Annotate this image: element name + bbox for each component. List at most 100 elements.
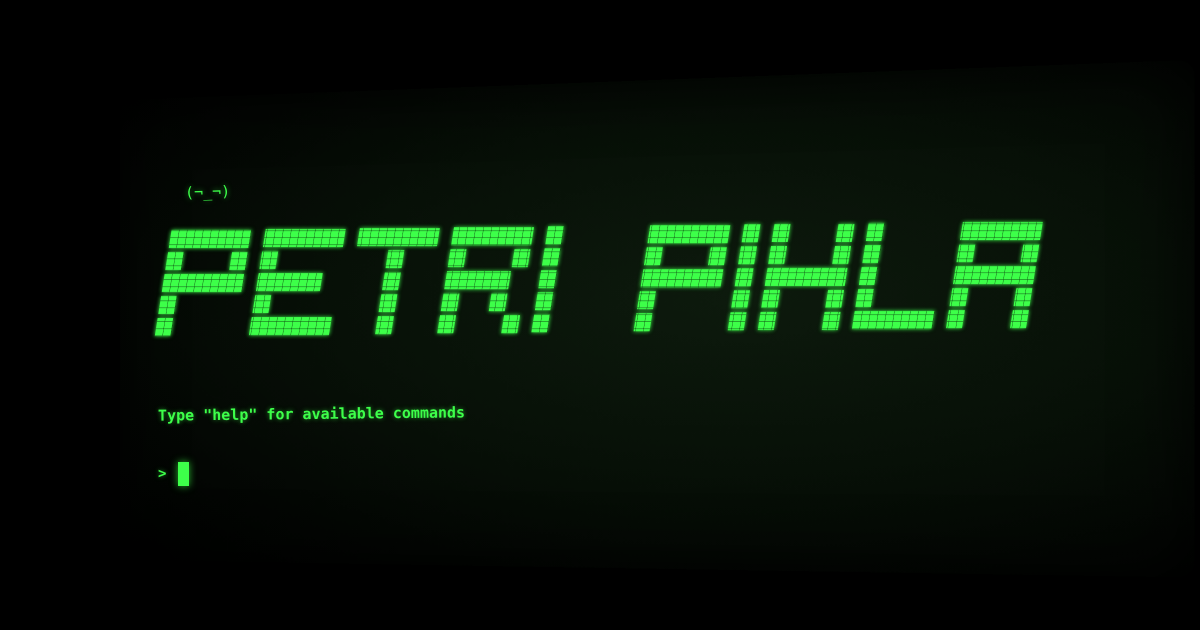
banner-block (822, 312, 841, 330)
banner-block (657, 269, 676, 287)
banner-block (499, 227, 518, 245)
banner-block (451, 227, 470, 245)
banner-block (327, 229, 346, 247)
banner-block (194, 274, 213, 292)
banner-svg (0, 0, 1200, 630)
prompt-symbol: > (158, 466, 166, 482)
banner-block (728, 312, 747, 330)
help-hint: Type "help" for available commands (158, 403, 465, 424)
banner-block (829, 268, 848, 286)
banner-block (916, 311, 935, 329)
banner-block (969, 266, 988, 284)
banner-block (797, 268, 816, 286)
banner-block (279, 229, 298, 247)
banner-letter-t (343, 228, 440, 334)
banner-block (1020, 244, 1039, 262)
banner-block (538, 270, 557, 288)
banner-block (1010, 310, 1029, 328)
banner-block (772, 224, 791, 242)
banner-block (950, 288, 969, 306)
banner-block (158, 296, 177, 314)
banner-block (448, 249, 467, 267)
banner-block (441, 293, 460, 311)
banner-block (855, 289, 874, 307)
banner-block (313, 317, 332, 335)
banner-block (738, 246, 757, 264)
banner-block (900, 311, 919, 329)
banner-letter-p (155, 230, 252, 336)
banner-block (389, 228, 408, 246)
banner-block (421, 228, 440, 246)
banner-block (742, 224, 761, 242)
banner-block (492, 271, 511, 289)
banner-block (375, 316, 394, 334)
banner-block (708, 247, 727, 265)
banner-block (832, 246, 851, 264)
banner-block (813, 268, 832, 286)
banner-block (178, 274, 197, 292)
banner-block (531, 314, 550, 332)
banner-block (956, 244, 975, 262)
banner-block (884, 311, 903, 329)
banner-block (265, 317, 284, 335)
banner-block (985, 266, 1004, 284)
banner-block (229, 252, 248, 270)
banner-block (512, 249, 531, 267)
banner-block (382, 272, 401, 290)
banner-block (288, 273, 307, 291)
banner-block (405, 228, 424, 246)
banner-letter-r (437, 227, 534, 333)
banner-block (731, 290, 750, 308)
banner-block (711, 225, 730, 243)
banner-block (647, 225, 666, 243)
banner-block (679, 225, 698, 243)
banner-block (868, 311, 887, 329)
terminal-window: (¬_¬) Type "help" for available commands… (0, 0, 1200, 630)
banner-block (226, 274, 245, 292)
banner-block (460, 271, 479, 289)
banner-letter-a (946, 222, 1043, 328)
banner-block (825, 290, 844, 308)
banner-block (765, 268, 784, 286)
banner-block (162, 274, 181, 292)
banner-block (165, 252, 184, 270)
banner-letter-i (728, 224, 761, 330)
banner-block (386, 250, 405, 268)
banner-block (1001, 266, 1020, 284)
banner-letter-l (852, 223, 949, 329)
banner-block (311, 229, 330, 247)
banner-letter-i (531, 226, 564, 332)
banner-block (761, 290, 780, 308)
banner-block (259, 251, 278, 269)
banner-block (641, 269, 660, 287)
banner-block (992, 222, 1011, 240)
banner-block (444, 271, 463, 289)
banner-block (644, 247, 663, 265)
banner-block (852, 311, 871, 329)
banner-block (185, 230, 204, 248)
banner-block (263, 229, 282, 247)
banner-block (437, 315, 456, 333)
banner-block (735, 268, 754, 286)
banner-block (1014, 288, 1033, 306)
banner-block (637, 291, 656, 309)
banner-block (1024, 222, 1043, 240)
banner-block (836, 224, 855, 242)
banner-block (545, 226, 564, 244)
banner-block (201, 230, 220, 248)
banner-block (976, 222, 995, 240)
banner-block (272, 273, 291, 291)
banner-block (535, 292, 554, 310)
banner-block (862, 245, 881, 263)
banner-block (252, 295, 271, 313)
banner-block (705, 269, 724, 287)
banner-block (217, 230, 236, 248)
command-input[interactable] (190, 462, 794, 490)
banner-letter-h (758, 224, 855, 330)
banner-block (467, 227, 486, 245)
banner-block (501, 315, 520, 333)
banner-block (946, 310, 965, 328)
banner-block (663, 225, 682, 243)
banner-block (489, 293, 508, 311)
banner-block (542, 248, 561, 266)
